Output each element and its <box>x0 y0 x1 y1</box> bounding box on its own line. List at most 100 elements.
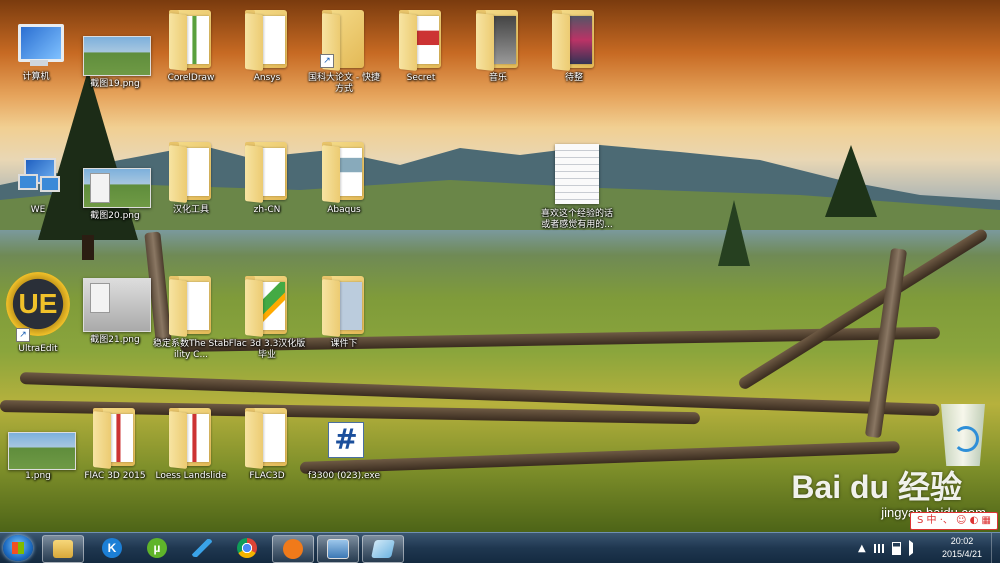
feiq-bird-icon <box>192 539 212 557</box>
folder-icon <box>243 4 291 71</box>
desktop-icon-file[interactable]: 截图20.png <box>76 142 154 222</box>
folder-icon <box>474 4 522 71</box>
icon-label: Secret <box>406 73 436 83</box>
desktop-icon-folder[interactable]: CorelDraw <box>152 4 230 84</box>
taskbar-app-file-explorer[interactable] <box>42 535 84 563</box>
icon-label: FlAC 3D 2015 <box>84 471 146 481</box>
chrome-icon <box>237 538 257 558</box>
folder-icon <box>550 4 598 71</box>
taskbar-app-notes[interactable] <box>362 535 404 563</box>
folder-icon <box>397 4 445 71</box>
ime-toolbar[interactable]: S 中 ·、 ☺ ◐ ▦ <box>910 512 998 530</box>
image-thumbnail-icon <box>83 10 151 76</box>
desktop-icon-recycle-bin[interactable] <box>922 400 1000 469</box>
folder-icon <box>320 136 368 203</box>
icon-label: f3300 (023).exe <box>308 471 380 481</box>
icon-label: WE <box>30 205 46 215</box>
icon-label: 稳定系数The Stability C... <box>152 339 230 360</box>
image-thumbnail-icon <box>8 402 76 470</box>
folder-icon: ↗ <box>320 4 368 71</box>
desktop-icon-folder[interactable]: FlAC 3D 2015 <box>76 402 154 482</box>
network-computers-icon <box>14 150 62 202</box>
desktop-icon-file[interactable]: 1.png <box>0 402 77 482</box>
icon-label: 1.png <box>25 471 51 481</box>
desktop-icon-shortcut[interactable]: WE <box>0 150 77 216</box>
fence-rail <box>736 227 990 392</box>
icon-label: 汉化工具 <box>172 205 209 215</box>
desktop-icon-folder[interactable]: 音乐 <box>459 4 537 84</box>
desktop-icon-file[interactable]: 截图21.png <box>76 266 154 346</box>
folder-icon <box>167 402 215 469</box>
desktop-icon-text-file[interactable]: 喜欢这个经验的话或者感觉有用的... <box>537 140 617 231</box>
desktop-icon-exe[interactable]: # f3300 (023).exe <box>305 414 383 482</box>
taskbar-app-kugou[interactable]: K <box>92 535 132 561</box>
taskbar: K µ ▲ 20:02 2015/4/21 <box>0 532 1000 563</box>
icon-label: 截图20.png <box>90 211 140 221</box>
desktop-icon-folder[interactable]: Flac 3d 3.3汉化版 毕业 <box>228 270 306 361</box>
desktop-icon-folder[interactable]: 汉化工具 <box>152 136 230 216</box>
icon-label: 截图21.png <box>90 335 140 345</box>
clock[interactable]: 20:02 2015/4/21 <box>936 535 988 561</box>
icon-label: 音乐 <box>488 73 507 83</box>
desktop-icon-file[interactable]: 截图19.png <box>76 10 154 90</box>
folder-icon <box>243 270 291 337</box>
notes-app-icon <box>371 540 395 558</box>
icon-label: UltraEdit <box>18 344 58 354</box>
text-document-icon <box>553 140 601 206</box>
desktop-icon-shortcut[interactable]: UE ↗ UltraEdit <box>0 270 77 355</box>
taskbar-app-feiq[interactable] <box>182 535 222 561</box>
desktop-icon-folder[interactable]: FLAC3D <box>228 402 306 482</box>
icon-label: Abaqus <box>327 205 361 215</box>
desktop-icon-folder[interactable]: Secret <box>382 4 460 84</box>
pine-tree-right <box>825 145 877 217</box>
window-app-icon <box>327 539 349 559</box>
desktop-icon-folder[interactable]: 待整 <box>535 4 613 84</box>
icon-label: 国科大论文 - 快捷方式 <box>308 73 380 94</box>
utorrent-icon: µ <box>147 538 167 558</box>
desktop-icon-folder-shortcut[interactable]: ↗ 国科大论文 - 快捷方式 <box>305 4 383 95</box>
shortcut-arrow-icon: ↗ <box>320 54 334 68</box>
shortcut-arrow-icon: ↗ <box>16 328 30 342</box>
desktop-icon-folder[interactable]: Abaqus <box>305 136 383 216</box>
desktop[interactable]: 计算机 截图19.png CorelDraw Ansys ↗ 国科大论文 - 快… <box>0 0 1000 532</box>
folder-icon <box>243 402 291 469</box>
icon-label: Ansys <box>253 73 281 83</box>
small-tree <box>718 200 750 266</box>
desktop-icon-folder[interactable]: zh-CN <box>228 136 306 216</box>
tray-expand-arrow-icon[interactable]: ▲ <box>858 543 866 554</box>
image-thumbnail-icon <box>83 266 151 332</box>
taskbar-app-uc-browser[interactable] <box>272 535 314 563</box>
volume-icon[interactable] <box>908 540 923 556</box>
folder-icon <box>320 270 368 337</box>
folder-icon <box>167 270 215 337</box>
clock-time: 20:02 <box>950 536 974 546</box>
desktop-icon-folder[interactable]: 稳定系数The Stability C... <box>152 270 230 361</box>
taskbar-app-utorrent[interactable]: µ <box>137 535 177 561</box>
desktop-icon-folder[interactable]: Loess Landslide <box>152 402 230 482</box>
recycle-bin-icon <box>937 400 985 466</box>
taskbar-app-window[interactable] <box>317 535 359 563</box>
icon-label: 喜欢这个经验的话或者感觉有用的... <box>540 209 613 230</box>
icon-label: 截图19.png <box>90 79 140 89</box>
desktop-icon-folder[interactable]: 课件下 <box>305 270 383 350</box>
system-tray: ▲ <box>858 533 923 563</box>
icon-label: zh-CN <box>253 205 281 215</box>
desktop-icon-computer[interactable]: 计算机 <box>0 18 75 83</box>
taskbar-app-chrome[interactable] <box>227 535 267 561</box>
start-button[interactable] <box>3 535 33 561</box>
icon-label: 待整 <box>564 73 583 83</box>
image-thumbnail-icon <box>83 142 151 208</box>
clock-date: 2015/4/21 <box>941 549 983 559</box>
folder-icon <box>243 136 291 203</box>
show-desktop-button[interactable] <box>991 533 1000 563</box>
kugou-music-icon: K <box>102 538 122 558</box>
icon-label: Loess Landslide <box>155 471 227 481</box>
ultraedit-icon: UE ↗ <box>6 270 70 342</box>
windows-logo-icon <box>12 542 24 554</box>
battery-icon[interactable] <box>891 541 901 555</box>
folder-icon <box>167 136 215 203</box>
f3300-exe-icon: # <box>320 414 368 468</box>
icon-label: FLAC3D <box>249 471 285 481</box>
desktop-icon-folder[interactable]: Ansys <box>228 4 306 84</box>
network-signal-icon[interactable] <box>873 543 884 553</box>
